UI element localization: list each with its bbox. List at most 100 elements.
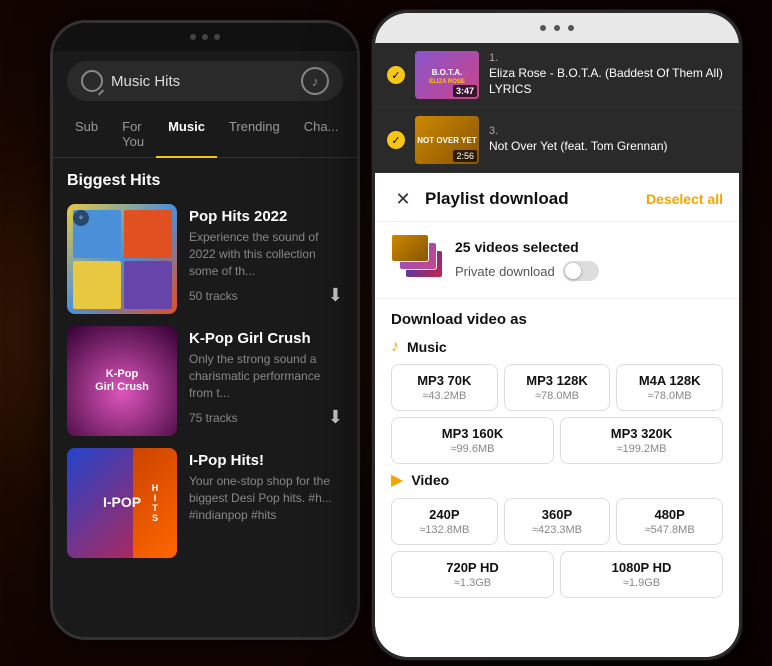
download-icon-pop[interactable]: ⬇ <box>328 285 343 306</box>
playlist-meta-pop: 50 tracks ⬇ <box>189 285 343 306</box>
song-item-2[interactable]: ✓ NOT OVER YET 2:56 3. Not Over Yet (fea… <box>375 108 739 173</box>
playlist-info-kpop: K-Pop Girl Crush Only the strong sound a… <box>189 326 343 428</box>
video-format-grid: 240P ≈132.8MB 360P ≈423.3MB 480P ≈547.8M… <box>391 498 723 545</box>
tab-cha[interactable]: Cha... <box>292 111 351 157</box>
format-name-720p: 720P HD <box>446 560 499 575</box>
dialog-title: Playlist download <box>425 189 636 209</box>
format-name-mp3-70k: MP3 70K <box>417 373 471 388</box>
playlist-desc-ipop: Your one-stop shop for the biggest Desi … <box>189 473 343 523</box>
tab-music[interactable]: Music <box>156 111 217 157</box>
playlist-item-pop[interactable]: + Pop Hits 2022 Experience t <box>53 198 357 320</box>
format-size-m4a-128k: ≈78.0MB <box>648 390 692 402</box>
format-name-mp3-160k: MP3 160K <box>442 426 503 441</box>
song-num-2: 3. <box>489 125 727 137</box>
song-item-1[interactable]: ✓ B.O.T.A. ELIZA ROSE 3:47 1. Eliza Rose… <box>375 43 739 108</box>
playlist-desc-pop: Experience the sound of 2022 with this c… <box>189 229 343 279</box>
status-dot-fg-2 <box>554 25 560 31</box>
close-button[interactable]: ✕ <box>391 187 415 211</box>
search-icon <box>81 70 103 92</box>
format-size-240p: ≈132.8MB <box>419 524 469 536</box>
playlist-thumb-pop: + <box>67 204 177 314</box>
playlist-name-kpop: K-Pop Girl Crush <box>189 330 343 347</box>
format-mp3-160k[interactable]: MP3 160K ≈99.6MB <box>391 417 554 464</box>
search-input-value[interactable]: Music Hits <box>111 73 293 90</box>
format-name-480p: 480P <box>654 507 684 522</box>
status-bar-fg <box>375 13 739 43</box>
format-m4a-128k[interactable]: M4A 128K ≈78.0MB <box>616 364 723 411</box>
status-bar-bg <box>53 23 357 51</box>
format-size-mp3-70k: ≈43.2MB <box>422 390 466 402</box>
playlist-thumb-ipop: + H I T S I-POP <box>67 448 177 558</box>
song-num-1: 1. <box>489 52 727 64</box>
format-480p[interactable]: 480P ≈547.8MB <box>616 498 723 545</box>
search-bar[interactable]: Music Hits ♪ <box>67 61 343 101</box>
playlist-thumb-kpop: + K-PopGirl Crush <box>67 326 177 436</box>
nav-tabs: Sub For You Music Trending Cha... <box>53 111 357 158</box>
scene: Music Hits ♪ Sub For You Music Trending … <box>0 0 772 666</box>
selected-text: 25 videos selected Private download <box>455 239 599 281</box>
dialog-content: ✕ Playlist download Deselect all 25 vide… <box>375 173 739 657</box>
status-dot-1 <box>190 34 196 40</box>
tab-for-you[interactable]: For You <box>110 111 156 157</box>
phone-background: Music Hits ♪ Sub For You Music Trending … <box>50 20 360 640</box>
format-size-360p: ≈423.3MB <box>532 524 582 536</box>
format-mp3-128k[interactable]: MP3 128K ≈78.0MB <box>504 364 611 411</box>
playlist-desc-kpop: Only the strong sound a charismatic perf… <box>189 351 343 401</box>
music-format-grid-2: MP3 160K ≈99.6MB MP3 320K ≈199.2MB <box>391 417 723 464</box>
format-name-m4a-128k: M4A 128K <box>639 373 701 388</box>
tab-sub[interactable]: Sub <box>63 111 110 157</box>
info-icon: + <box>73 210 89 226</box>
status-dot-2 <box>202 34 208 40</box>
track-count-kpop: 75 tracks <box>189 411 238 425</box>
status-dot-3 <box>214 34 220 40</box>
song-thumb-1: B.O.T.A. ELIZA ROSE 3:47 <box>415 51 479 99</box>
playlist-item-ipop[interactable]: + H I T S I-POP <box>53 442 357 564</box>
songs-list: ✓ B.O.T.A. ELIZA ROSE 3:47 1. Eliza Rose… <box>375 43 739 173</box>
playlist-name-ipop: I-Pop Hits! <box>189 452 343 469</box>
music-note-icon[interactable]: ♪ <box>301 67 329 95</box>
private-toggle[interactable] <box>563 261 599 281</box>
music-note-icon-dialog: ♪ <box>391 338 399 356</box>
track-count-pop: 50 tracks <box>189 289 238 303</box>
format-name-mp3-320k: MP3 320K <box>611 426 672 441</box>
song-checkbox-2[interactable]: ✓ <box>387 131 405 149</box>
selected-count: 25 videos selected <box>455 239 599 255</box>
playlist-meta-kpop: 75 tracks ⬇ <box>189 407 343 428</box>
dialog-header: ✕ Playlist download Deselect all <box>375 173 739 222</box>
format-name-360p: 360P <box>542 507 572 522</box>
music-format-grid: MP3 70K ≈43.2MB MP3 128K ≈78.0MB M4A 128… <box>391 364 723 411</box>
selected-thumbs <box>391 234 443 286</box>
format-360p[interactable]: 360P ≈423.3MB <box>504 498 611 545</box>
phone-foreground: ✓ B.O.T.A. ELIZA ROSE 3:47 1. Eliza Rose… <box>372 10 742 660</box>
private-row: Private download <box>455 261 599 281</box>
playlist-info-ipop: I-Pop Hits! Your one-stop shop for the b… <box>189 448 343 529</box>
song-duration-1: 3:47 <box>453 85 477 97</box>
format-size-mp3-160k: ≈99.6MB <box>451 443 495 455</box>
download-as-section: Download video as ♪ Music MP3 70K ≈43.2M… <box>375 299 739 610</box>
format-size-mp3-320k: ≈199.2MB <box>616 443 666 455</box>
tab-trending[interactable]: Trending <box>217 111 292 157</box>
status-dot-fg-3 <box>568 25 574 31</box>
format-240p[interactable]: 240P ≈132.8MB <box>391 498 498 545</box>
thumb-grid <box>73 210 172 309</box>
format-size-mp3-128k: ≈78.0MB <box>535 390 579 402</box>
format-720p-hd[interactable]: 720P HD ≈1.3GB <box>391 551 554 598</box>
section-title: Biggest Hits <box>53 158 357 198</box>
download-as-title: Download video as <box>391 311 723 328</box>
status-dot-fg-1 <box>540 25 546 31</box>
format-1080p-hd[interactable]: 1080P HD ≈1.9GB <box>560 551 723 598</box>
deselect-all-button[interactable]: Deselect all <box>646 191 723 207</box>
song-thumb-2: NOT OVER YET 2:56 <box>415 116 479 164</box>
music-category: ♪ Music <box>391 338 723 356</box>
playlist-name-pop: Pop Hits 2022 <box>189 208 343 225</box>
format-size-1080p: ≈1.9GB <box>623 577 660 589</box>
playlist-item-kpop[interactable]: + K-PopGirl Crush K-Pop Girl Crush Only … <box>53 320 357 442</box>
format-mp3-70k[interactable]: MP3 70K ≈43.2MB <box>391 364 498 411</box>
song-checkbox-1[interactable]: ✓ <box>387 66 405 84</box>
format-name-mp3-128k: MP3 128K <box>526 373 587 388</box>
format-name-240p: 240P <box>429 507 459 522</box>
format-size-480p: ≈547.8MB <box>645 524 695 536</box>
format-size-720p: ≈1.3GB <box>454 577 491 589</box>
download-icon-kpop[interactable]: ⬇ <box>328 407 343 428</box>
format-mp3-320k[interactable]: MP3 320K ≈199.2MB <box>560 417 723 464</box>
